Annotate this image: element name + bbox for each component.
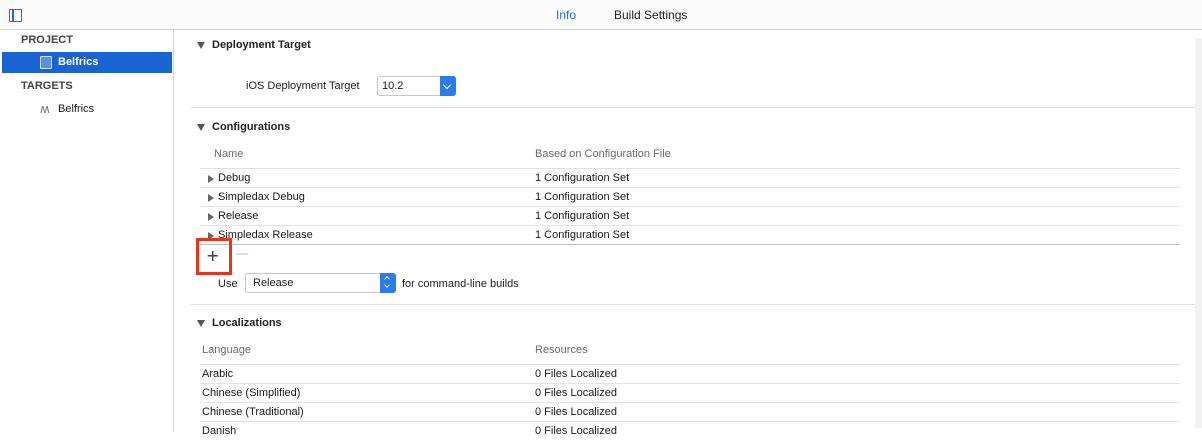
table-row[interactable]: Debug 1 Configuration Set — [200, 169, 1180, 188]
project-info-editor: Deployment Target iOS Deployment Target … — [175, 30, 1202, 437]
project-file-icon — [40, 56, 52, 69]
disclosure-triangle-icon[interactable] — [208, 175, 214, 183]
section-divider — [191, 304, 1196, 305]
language-name: Chinese (Traditional) — [202, 406, 304, 418]
resources-count: 0 Files Localized — [535, 387, 617, 399]
use-suffix-label: for command-line builds — [402, 278, 519, 290]
add-configuration-button[interactable]: + — [206, 246, 219, 265]
column-header-resources[interactable]: Resources — [535, 344, 588, 356]
column-header-config-file[interactable]: Based on Configuration File — [535, 148, 671, 160]
config-name: Simpledax Release — [218, 229, 313, 241]
up-down-chevron-icon — [380, 273, 396, 293]
language-name: Chinese (Simplified) — [202, 387, 301, 399]
table-row[interactable]: Chinese (Simplified) 0 Files Localized — [200, 384, 1180, 403]
section-divider — [191, 107, 1196, 108]
sidebar-item-project[interactable]: Belfrics — [2, 52, 172, 73]
targets-header: TARGETS — [21, 80, 73, 92]
sidebar-item-label: Belfrics — [58, 56, 99, 68]
use-label: Use — [218, 278, 238, 290]
ios-deployment-target-select[interactable]: 10.2 — [377, 76, 456, 96]
table-row[interactable]: Arabic 0 Files Localized — [200, 365, 1180, 384]
deployment-target-title: Deployment Target — [212, 39, 311, 51]
config-file: 1 Configuration Set — [535, 229, 630, 241]
config-file: 1 Configuration Set — [535, 210, 630, 222]
editor-tab-bar: Info Build Settings — [0, 0, 1202, 30]
config-name: Release — [218, 210, 259, 222]
sidebar-item-label: Belfrics — [58, 103, 95, 115]
config-file: 1 Configuration Set — [535, 172, 630, 184]
sidebar-item-target[interactable]: ʍ Belfrics — [2, 99, 172, 120]
resources-count: 0 Files Localized — [535, 406, 617, 418]
chevron-down-icon — [440, 76, 456, 96]
table-row[interactable]: Chinese (Traditional) 0 Files Localized — [200, 403, 1180, 422]
localizations-title: Localizations — [212, 317, 282, 329]
table-row[interactable]: Release 1 Configuration Set — [200, 207, 1180, 226]
column-header-language[interactable]: Language — [202, 344, 251, 356]
ios-deployment-target-value: 10.2 — [382, 80, 404, 92]
language-name: Arabic — [202, 368, 234, 380]
config-name: Debug — [218, 172, 251, 184]
disclosure-triangle-icon[interactable] — [208, 194, 214, 202]
resources-count: 0 Files Localized — [535, 368, 617, 380]
disclosure-triangle-icon[interactable] — [197, 42, 205, 49]
remove-configuration-button[interactable]: — — [235, 246, 249, 262]
vertical-scrollbar[interactable] — [1195, 38, 1202, 428]
tab-build-settings[interactable]: Build Settings — [614, 8, 687, 22]
table-bottom-border — [200, 244, 1180, 245]
project-header: PROJECT — [21, 34, 73, 46]
resources-count: 0 Files Localized — [535, 425, 617, 437]
disclosure-triangle-icon[interactable] — [197, 124, 205, 131]
app-target-icon: ʍ — [40, 102, 50, 116]
config-file: 1 Configuration Set — [535, 191, 630, 203]
table-row[interactable]: Simpledax Debug 1 Configuration Set — [200, 188, 1180, 207]
column-header-name[interactable]: Name — [214, 148, 243, 160]
project-navigator: PROJECT Belfrics TARGETS ʍ Belfrics — [0, 30, 174, 432]
command-line-config-select[interactable]: Release — [245, 273, 396, 293]
ios-deployment-target-label: iOS Deployment Target — [246, 80, 360, 92]
configurations-title: Configurations — [212, 121, 291, 133]
sidebar-toggle-icon[interactable] — [9, 9, 22, 22]
tab-info[interactable]: Info — [556, 8, 576, 22]
table-row[interactable]: Simpledax Release 1 Configuration Set — [200, 226, 1180, 245]
language-name: Danish — [202, 425, 237, 437]
config-name: Simpledax Debug — [218, 191, 305, 203]
disclosure-triangle-icon[interactable] — [208, 213, 214, 221]
command-line-config-value: Release — [253, 277, 294, 289]
disclosure-triangle-icon[interactable] — [197, 320, 205, 327]
